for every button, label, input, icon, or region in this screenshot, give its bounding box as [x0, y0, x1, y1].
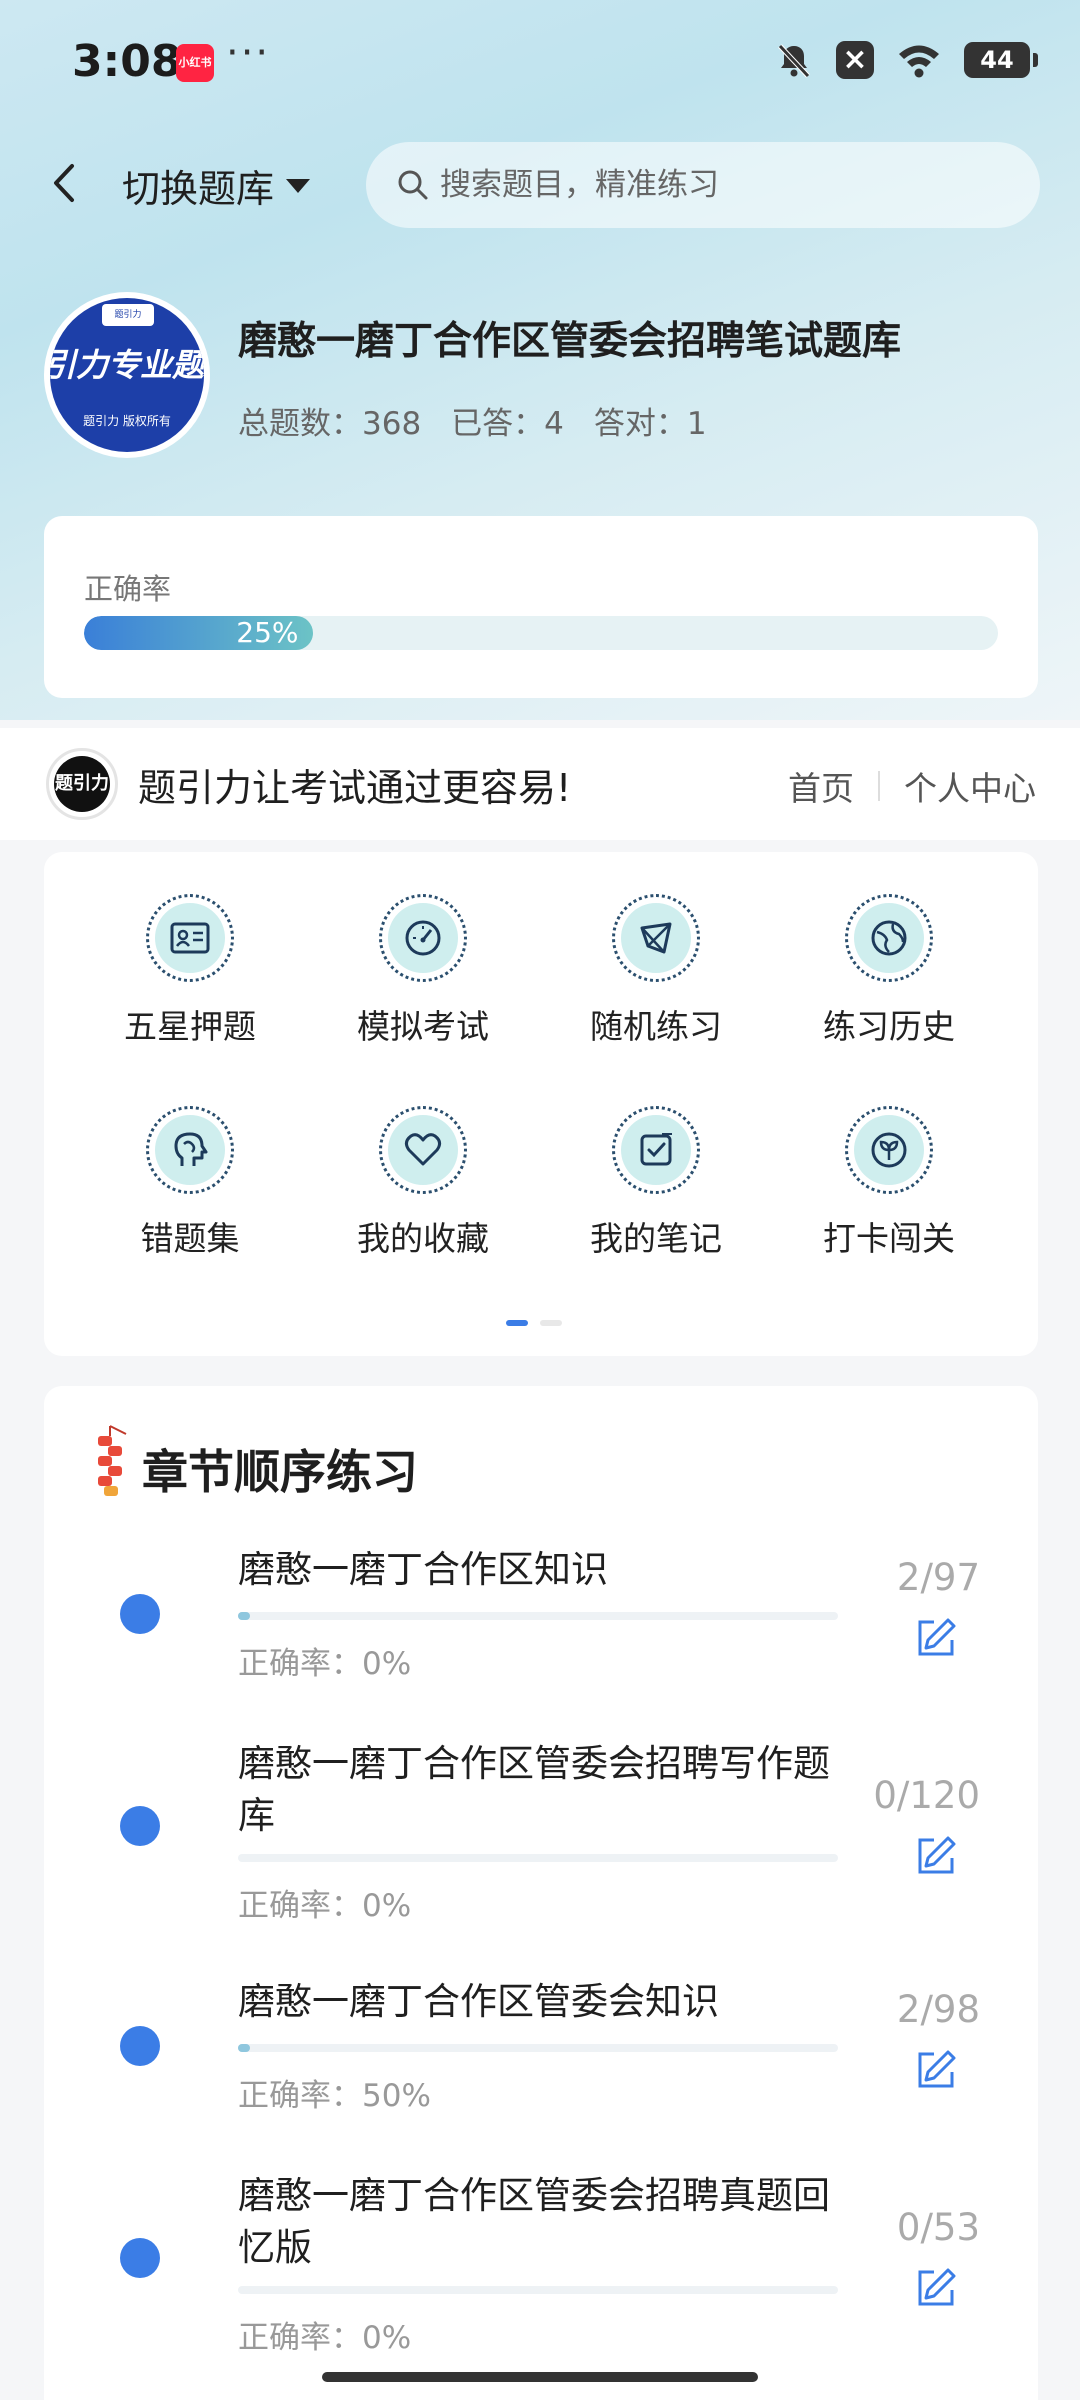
chapter-dot — [120, 2238, 160, 2278]
head-icon — [174, 1132, 208, 1166]
link-divider — [878, 771, 880, 801]
chapter-accuracy: 正确率：0% — [238, 1646, 412, 1682]
back-arrow-icon[interactable] — [44, 158, 84, 208]
grid-label: 随机练习 — [590, 1007, 722, 1046]
edit-icon[interactable] — [914, 2266, 958, 2310]
grid-item-mock-exam[interactable]: 模拟考试 — [323, 894, 523, 1048]
chapter-progress-bar — [238, 1612, 838, 1620]
chapter-progress-count: 2/98 — [896, 1988, 980, 2031]
promo-slogan: 题引力让考试通过更容易! — [138, 765, 572, 810]
network-icon — [640, 922, 672, 954]
correct-count: 答对：1 — [593, 406, 707, 442]
chapter-progress-count: 2/97 — [896, 1556, 980, 1599]
firecracker-icon — [98, 1425, 127, 1496]
sprout-icon — [871, 1132, 907, 1168]
grid-item-history[interactable]: 练习历史 — [789, 894, 989, 1048]
switch-bank-dropdown[interactable]: 切换题库 — [122, 158, 312, 213]
home-indicator[interactable] — [322, 2372, 758, 2382]
edit-icon[interactable] — [914, 1834, 958, 1878]
grid-label: 五星押题 — [124, 1007, 256, 1046]
status-icons: × 44 — [774, 40, 1038, 80]
grid-label: 错题集 — [140, 1219, 240, 1258]
search-icon — [398, 170, 428, 200]
edit-icon[interactable] — [914, 1616, 958, 1660]
home-link[interactable]: 首页 — [788, 762, 854, 810]
promo-bar: 题引力 题引力让考试通过更容易! 首页 个人中心 — [0, 728, 1080, 840]
answered-count: 已答：4 — [451, 406, 564, 442]
chapter-dot — [120, 2026, 160, 2066]
grid-label: 我的笔记 — [590, 1219, 722, 1258]
chapter-name: 磨憨一磨丁合作区知识 — [238, 1548, 608, 1591]
tiyinli-logo[interactable]: 题引力 — [46, 748, 118, 820]
promo-links: 首页 个人中心 — [788, 762, 1036, 810]
status-time: 3:08 — [72, 36, 182, 87]
grid-label: 我的收藏 — [357, 1219, 489, 1258]
bank-stats: 总题数：368 已答：4 答对：1 — [238, 398, 707, 443]
battery-indicator: 44 — [964, 42, 1038, 78]
chapter-name: 磨憨一磨丁合作区管委会招聘真题回忆版 — [238, 2174, 830, 2269]
wifi-icon — [899, 45, 939, 78]
heart-icon — [404, 1133, 442, 1166]
grid-item-five-star[interactable]: 五星押题 — [90, 894, 290, 1048]
search-bar[interactable] — [366, 142, 1040, 228]
logo-subtitle: 题引力 版权所有 — [83, 414, 171, 428]
page-dot-active[interactable] — [506, 1320, 528, 1326]
tiyinli-logo-text: 题引力 — [54, 756, 110, 812]
grid-item-random-practice[interactable]: 随机练习 — [556, 894, 756, 1048]
status-more-indicator: ··· — [226, 30, 271, 76]
grid-label: 模拟考试 — [357, 1007, 489, 1046]
accuracy-progress-fill: 25% — [84, 616, 313, 650]
accuracy-progress-bar: 25% — [84, 616, 998, 650]
page-dot[interactable] — [540, 1320, 562, 1326]
caret-down-icon — [286, 178, 311, 193]
checkbox-icon — [640, 1133, 672, 1166]
chapter-dot — [120, 1806, 160, 1846]
total-questions: 总题数：368 — [238, 406, 422, 442]
page-indicator — [506, 1320, 562, 1326]
globe-icon — [871, 920, 907, 956]
edit-icon[interactable] — [914, 2048, 958, 2092]
chapter-accuracy: 正确率：0% — [238, 1888, 412, 1924]
notification-x-icon: × — [836, 41, 874, 79]
chapter-dot — [120, 1594, 160, 1634]
chapter-name: 磨憨一磨丁合作区管委会知识 — [238, 1980, 719, 2023]
profile-link[interactable]: 个人中心 — [904, 762, 1036, 810]
bell-muted-icon — [778, 44, 810, 78]
logo-top-label: 题引力 — [102, 304, 154, 326]
chapter-progress-fill — [238, 1612, 250, 1620]
grid-item-checkin[interactable]: 打卡闯关 — [789, 1106, 989, 1260]
chapter-section-title: 章节顺序练习 — [142, 1445, 418, 1499]
grid-item-notes[interactable]: 我的笔记 — [556, 1106, 756, 1260]
chapter-accuracy: 正确率：0% — [238, 2320, 412, 2356]
grid-label: 打卡闯关 — [823, 1219, 955, 1258]
switch-bank-label: 切换题库 — [122, 167, 275, 211]
chapter-progress-fill — [238, 2044, 250, 2052]
chapter-progress-bar — [238, 2044, 838, 2052]
xiaohongshu-app-icon: 小红书 — [176, 44, 214, 82]
chapter-progress-bar — [238, 2286, 838, 2294]
grid-item-wrong-questions[interactable]: 错题集 — [90, 1106, 290, 1260]
chapter-progress-count: 0/53 — [896, 2206, 980, 2249]
chapter-accuracy: 正确率：50% — [238, 2078, 431, 2114]
accuracy-card: 正确率 25% — [44, 516, 1038, 698]
chapter-name: 磨憨一磨丁合作区管委会招聘写作题库 — [238, 1742, 830, 1837]
id-card-icon — [170, 922, 210, 954]
question-bank-logo: 题引力 引力专业题 题引力 版权所有 — [44, 292, 210, 458]
search-input[interactable] — [440, 167, 1000, 203]
feature-grid: 五星押题 模拟考试 随机练习 练习历史 错题集 我的收藏 我的笔记 打卡闯关 — [44, 852, 1038, 1356]
grid-label: 练习历史 — [823, 1007, 955, 1046]
accuracy-label: 正确率 — [84, 572, 172, 606]
logo-text: 引力专业题 — [50, 346, 204, 384]
chapter-progress-bar — [238, 1854, 838, 1862]
chapter-progress-count: 0/120 — [873, 1774, 980, 1817]
speedometer-icon — [405, 920, 441, 956]
grid-item-favorites[interactable]: 我的收藏 — [323, 1106, 523, 1260]
bank-title: 磨憨一磨丁合作区管委会招聘笔试题库 — [238, 319, 902, 364]
